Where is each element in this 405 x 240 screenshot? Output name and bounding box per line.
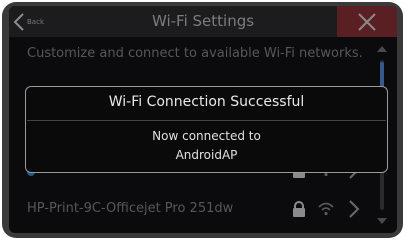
screen: Back Wi-Fi Settings Customize and connec… xyxy=(9,6,397,233)
lock-icon xyxy=(293,201,305,217)
close-icon xyxy=(358,12,376,31)
close-button[interactable] xyxy=(337,6,397,37)
chevron-right-icon xyxy=(349,200,360,218)
connection-dialog[interactable]: Wi-Fi Connection Successful Now connecte… xyxy=(25,86,388,173)
wifi-icon xyxy=(318,202,334,216)
network-row[interactable]: HP-Print-9C-Officejet Pro 251dw xyxy=(27,195,372,225)
dialog-divider xyxy=(27,120,386,121)
intro-text: Customize and connect to available Wi-Fi… xyxy=(27,46,363,61)
dialog-message: Now connected to xyxy=(152,129,261,143)
dialog-title: Wi-Fi Connection Successful xyxy=(108,94,305,110)
dialog-network-name: AndroidAP xyxy=(175,148,238,162)
scroll-down-icon[interactable] xyxy=(375,214,389,228)
header-bar: Back Wi-Fi Settings xyxy=(9,6,397,37)
scroll-up-icon[interactable] xyxy=(375,42,389,56)
network-name: HP-Print-9C-Officejet Pro 251dw xyxy=(27,201,234,216)
